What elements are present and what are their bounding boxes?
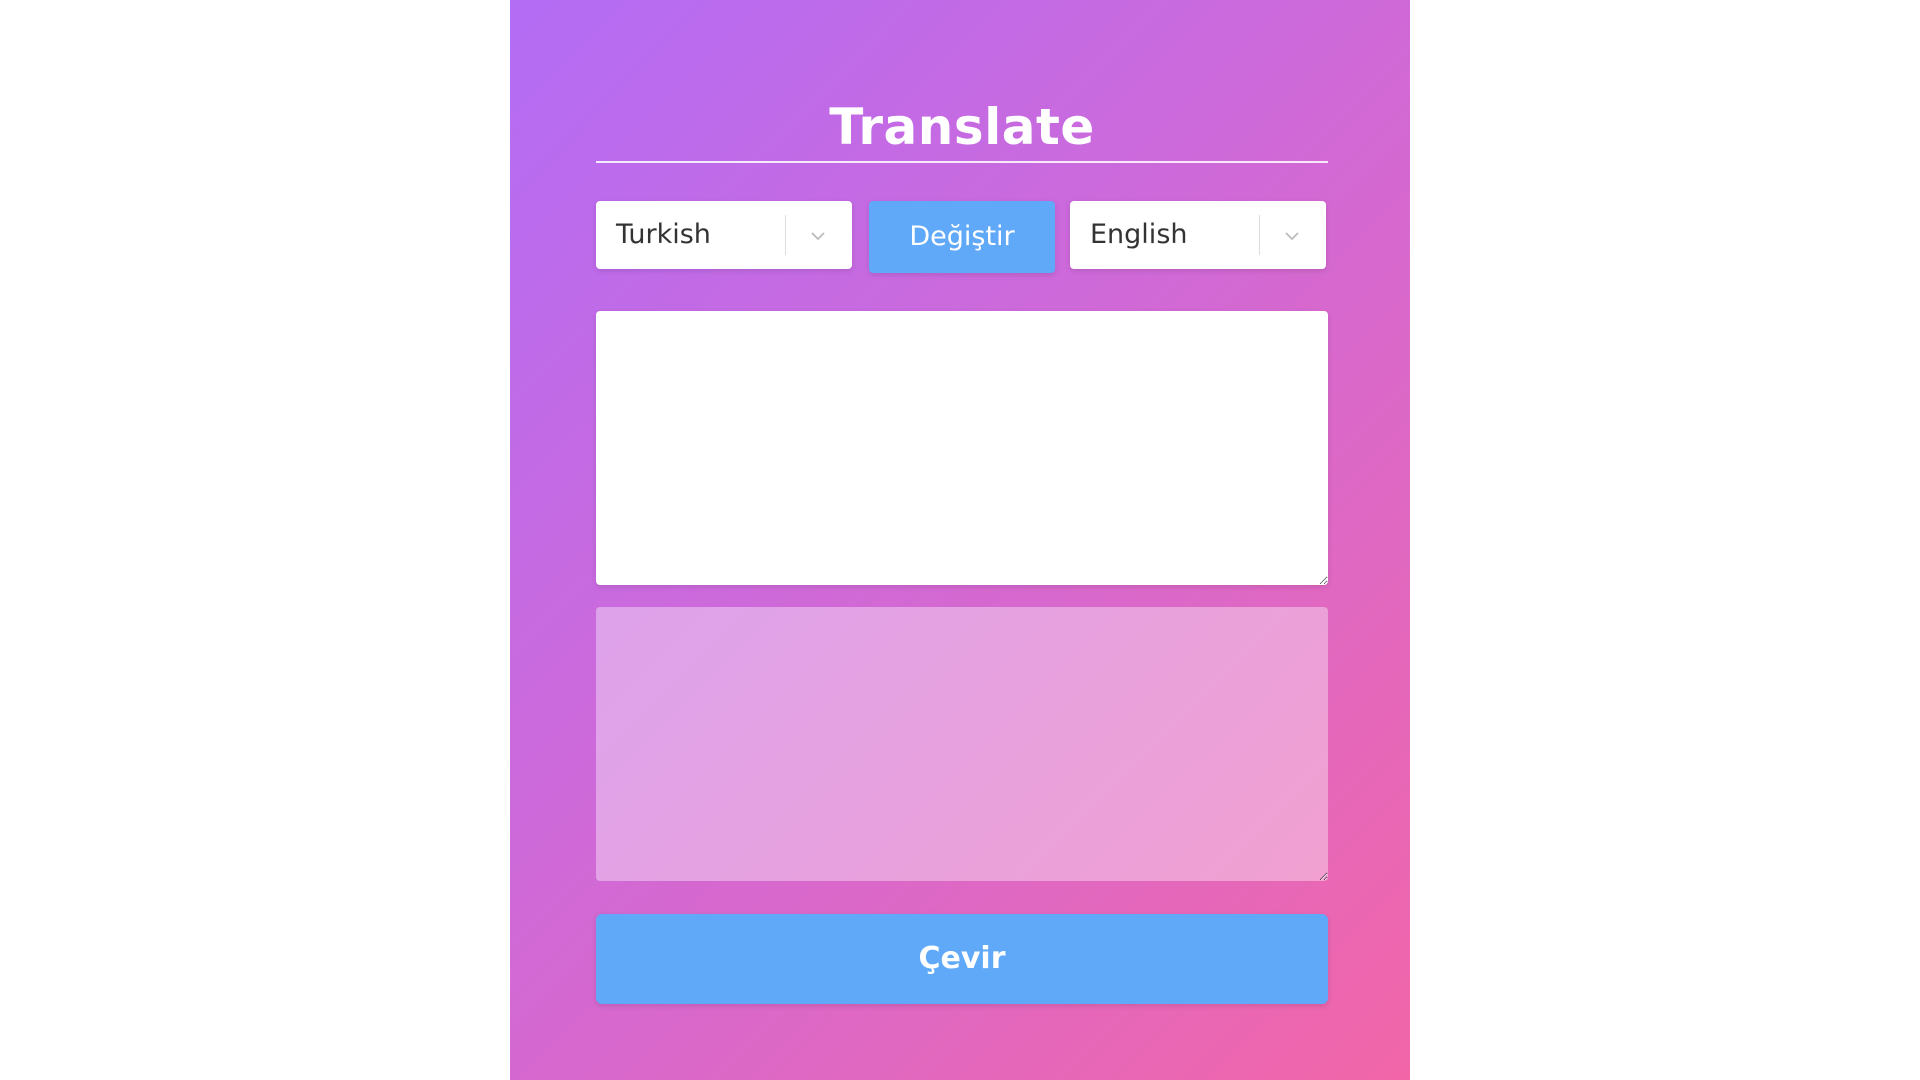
source-language-value: Turkish <box>616 219 711 250</box>
chevron-down-icon <box>811 232 825 241</box>
source-language-select[interactable]: Turkish <box>596 201 852 269</box>
chevron-down-icon <box>1285 232 1299 241</box>
page-title: Translate <box>829 98 1095 156</box>
target-language-value: English <box>1090 219 1188 250</box>
translated-text-output[interactable] <box>596 607 1328 881</box>
source-text-input[interactable] <box>596 311 1328 585</box>
select-separator <box>785 215 786 255</box>
translate-button[interactable]: Çevir <box>596 914 1328 1004</box>
select-separator <box>1259 215 1260 255</box>
swap-languages-button[interactable]: Değiştir <box>869 201 1055 273</box>
title-divider <box>596 161 1328 163</box>
target-language-select[interactable]: English <box>1070 201 1326 269</box>
page-background: Translate Turkish Değiştir English Çevir <box>0 0 1920 1080</box>
translator-panel: Translate Turkish Değiştir English Çevir <box>510 0 1410 1080</box>
